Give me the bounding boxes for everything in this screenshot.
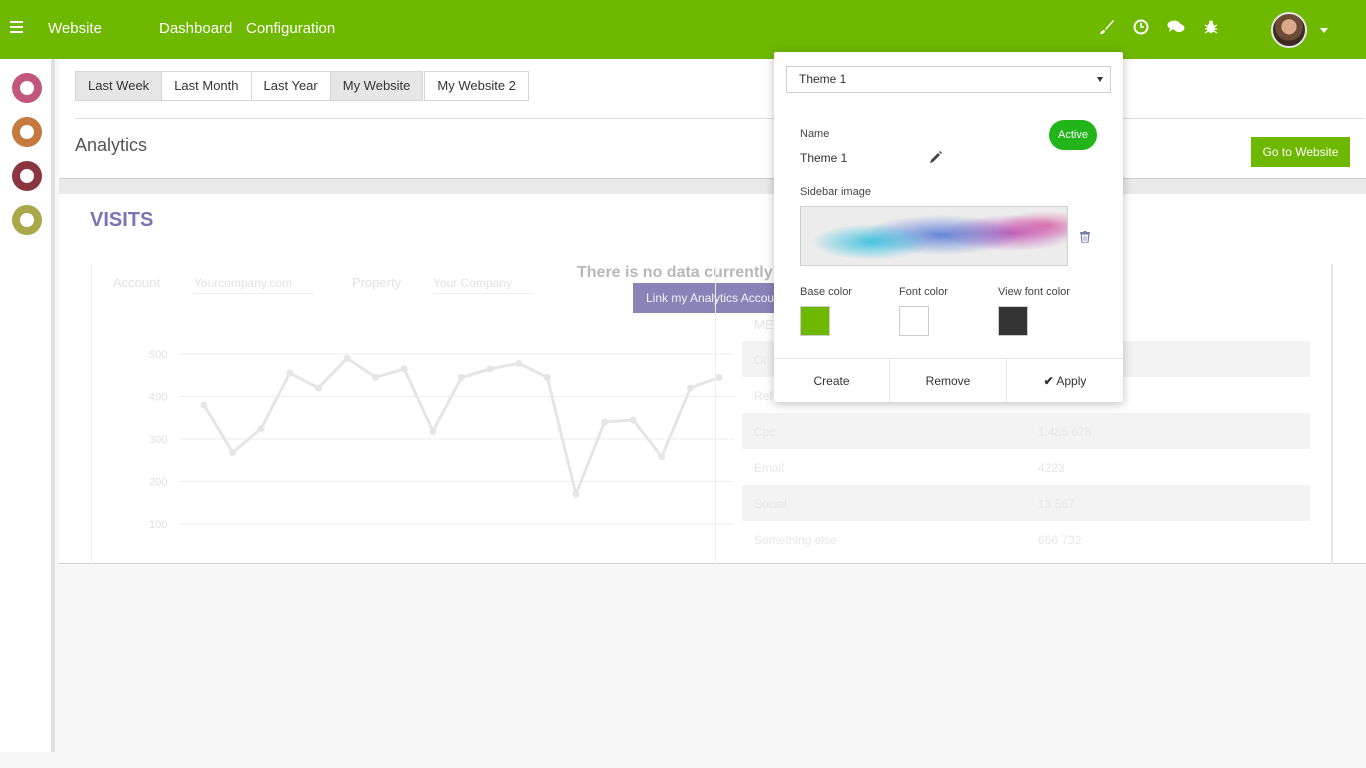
- main-content: Last Week Last Month Last Year My Websit…: [59, 59, 1366, 564]
- chat-icon[interactable]: [1167, 19, 1185, 37]
- tab-last-month[interactable]: Last Month: [161, 71, 252, 101]
- table-row: Cpc 1 485 678: [742, 413, 1310, 449]
- settings-icon[interactable]: [12, 205, 42, 235]
- tab-last-year[interactable]: Last Year: [250, 71, 331, 101]
- data-point: [286, 369, 294, 377]
- data-point: [486, 365, 494, 373]
- left-icon-rail: [0, 59, 55, 752]
- data-point: [257, 424, 265, 432]
- data-point: [458, 373, 465, 381]
- table-row: Email 4223: [754, 461, 1065, 475]
- tab-my-website[interactable]: My Website: [329, 71, 424, 101]
- theme-name-value: Theme 1: [800, 151, 848, 165]
- theme-select[interactable]: Theme 1: [786, 66, 1111, 93]
- active-badge[interactable]: Active: [1049, 120, 1097, 150]
- nav-dashboard[interactable]: Dashboard: [159, 20, 232, 37]
- bug-icon[interactable]: [1202, 19, 1220, 37]
- sidebar-image-label: Sidebar image: [800, 186, 871, 198]
- data-point: [515, 359, 523, 367]
- trash-icon[interactable]: [1080, 230, 1090, 244]
- edit-pencil-icon[interactable]: [929, 150, 943, 164]
- cubes-icon[interactable]: [12, 161, 42, 191]
- view-font-color-swatch[interactable]: [998, 306, 1028, 336]
- data-point: [343, 354, 351, 362]
- period-tabs: Last Week Last Month Last Year My Websit…: [75, 71, 529, 101]
- popover-footer: Create Remove ✔ Apply: [774, 358, 1123, 402]
- base-color-swatch[interactable]: [800, 306, 830, 336]
- create-button[interactable]: Create: [774, 359, 890, 402]
- data-point: [229, 449, 237, 457]
- font-color-swatch[interactable]: [899, 306, 929, 336]
- theme-popover: Theme 1 Name Theme 1 Active Sidebar imag…: [774, 52, 1123, 402]
- data-point: [658, 453, 666, 461]
- y-tick-label: 100: [149, 519, 167, 531]
- user-menu-caret-icon[interactable]: [1320, 28, 1328, 33]
- go-to-website-button[interactable]: Go to Website: [1251, 137, 1350, 167]
- y-tick-label: 500: [149, 349, 167, 361]
- property-select[interactable]: Your Company: [433, 276, 533, 294]
- y-tick-label: 300: [149, 434, 167, 446]
- brush-icon[interactable]: [1098, 19, 1116, 37]
- data-point: [543, 373, 551, 381]
- data-point: [629, 416, 637, 424]
- y-tick-label: 200: [149, 477, 167, 489]
- hamburger-menu-icon[interactable]: [10, 21, 23, 35]
- sidebar-image-preview[interactable]: [800, 206, 1068, 266]
- data-point: [601, 418, 609, 426]
- tab-my-website-2[interactable]: My Website 2: [424, 71, 529, 101]
- brand-title[interactable]: Website: [48, 20, 102, 37]
- data-point: [314, 384, 322, 392]
- view-font-color-label: View font color: [998, 286, 1070, 298]
- divider: [75, 118, 1365, 119]
- base-color-label: Base color: [800, 286, 852, 298]
- page-title: Analytics: [75, 135, 148, 155]
- data-point: [686, 384, 694, 392]
- account-label: Account: [113, 275, 160, 290]
- check-icon: ✔: [1043, 374, 1054, 388]
- nav-configuration[interactable]: Configuration: [246, 20, 335, 37]
- font-color-label: Font color: [899, 286, 948, 298]
- table-row: Social 13 567: [742, 485, 1310, 521]
- data-point: [200, 401, 208, 409]
- chevron-down-icon: [1097, 77, 1103, 82]
- y-tick-label: 400: [149, 392, 167, 404]
- table-header: ME: [754, 317, 774, 332]
- user-avatar[interactable]: [1271, 12, 1307, 48]
- remove-button[interactable]: Remove: [890, 359, 1007, 402]
- table-row: Something else 666 732: [754, 533, 1082, 547]
- name-label: Name: [800, 128, 830, 140]
- visits-line-chart: 500 400 300 200 100: [149, 349, 734, 531]
- tab-last-week[interactable]: Last Week: [75, 71, 163, 101]
- messages-icon[interactable]: [12, 73, 42, 103]
- property-label: Property: [352, 275, 402, 290]
- account-select[interactable]: Yourcompany.com: [194, 276, 314, 294]
- apply-button[interactable]: ✔ Apply: [1007, 359, 1123, 402]
- data-point: [429, 427, 437, 435]
- globe-icon[interactable]: [12, 117, 42, 147]
- data-point: [572, 490, 580, 498]
- clock-icon[interactable]: [1132, 19, 1150, 37]
- data-point: [400, 365, 408, 373]
- top-navbar: Website Dashboard Configuration: [0, 0, 1366, 59]
- visits-title: VISITS: [90, 209, 154, 231]
- data-point: [372, 373, 380, 381]
- section-band: [59, 178, 1366, 194]
